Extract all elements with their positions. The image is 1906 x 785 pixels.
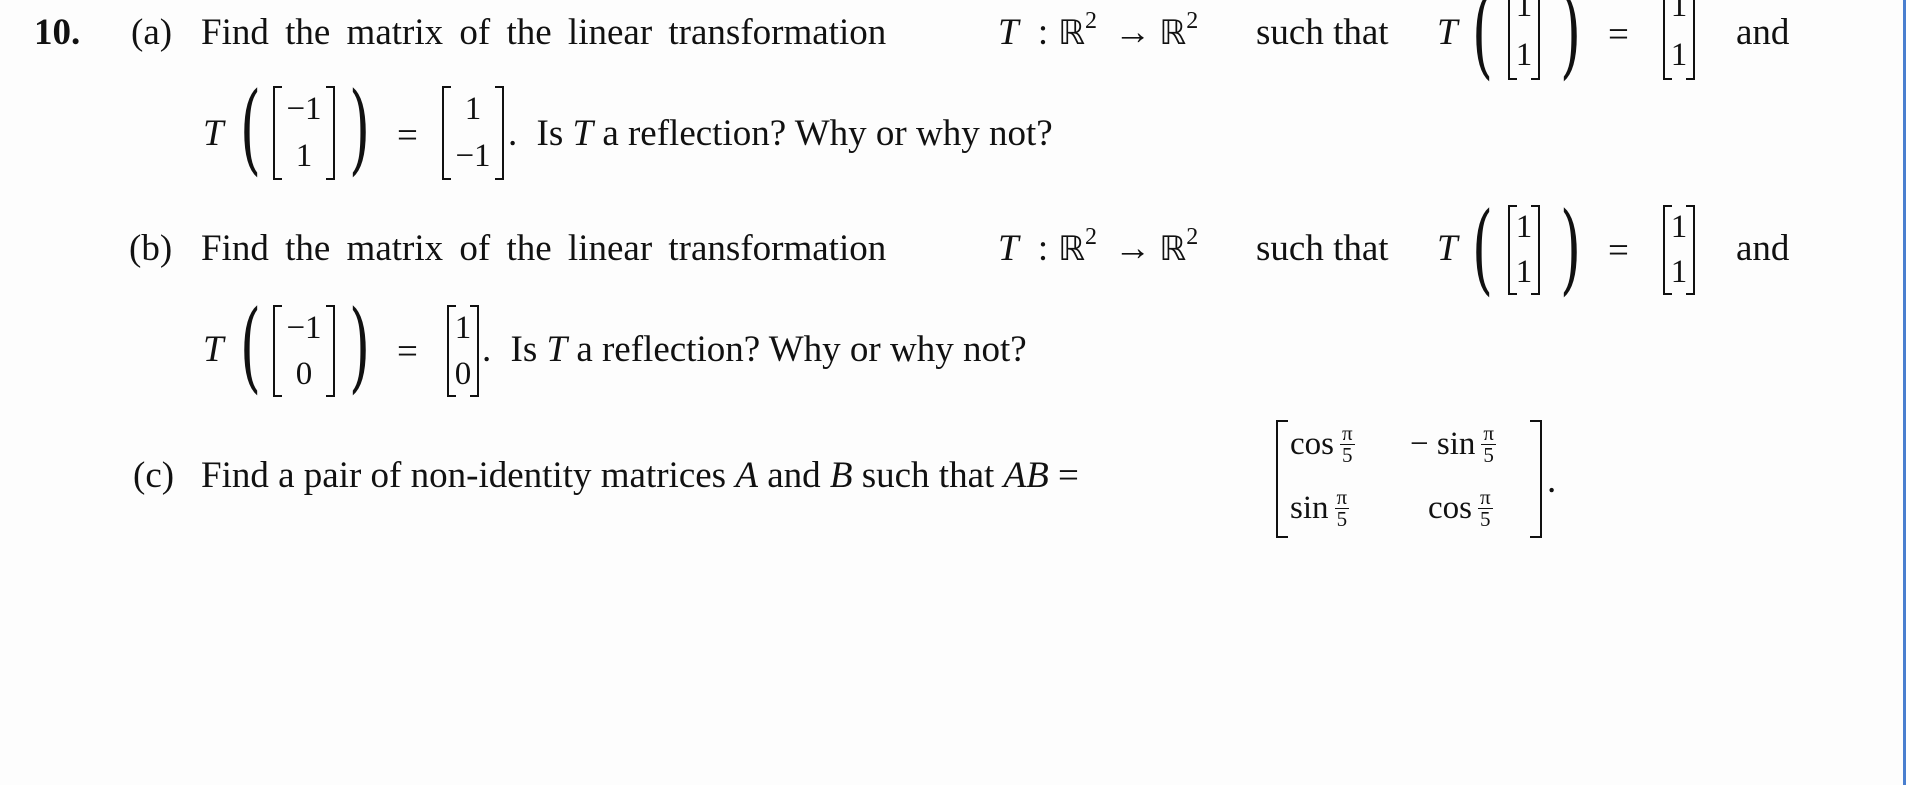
part-b-such-that: such that [1256, 228, 1389, 269]
part-c-period: . [1547, 460, 1557, 501]
equals-sign: = [1608, 230, 1629, 271]
part-c-text: Find a pair of non-identity matrices A a… [201, 455, 1079, 496]
part-b-output1-vector: 1 1 [1663, 205, 1695, 295]
right-paren: ) [1560, 0, 1582, 90]
part-a-T2: T [203, 113, 224, 154]
part-b-mapping: T : ℝ2 → ℝ2 [998, 224, 1199, 269]
left-paren: ( [1472, 0, 1494, 90]
part-b-T2: T [203, 329, 224, 370]
part-b-label: (b) [129, 228, 173, 269]
equals-sign: = [397, 331, 418, 372]
matrix-cell: cos π5 [1290, 421, 1355, 467]
matrix-cell: cos π5 [1428, 485, 1493, 531]
right-paren: ) [349, 290, 371, 404]
part-b-T: T [1437, 228, 1458, 269]
equals-sign: = [397, 115, 418, 156]
matrix-cell: sin π5 [1290, 485, 1350, 531]
matrix-cell: − sin π5 [1410, 421, 1496, 467]
right-paren: ) [349, 72, 371, 186]
left-paren: ( [240, 290, 262, 404]
part-a-text: Find the matrix of the linear transforma… [201, 12, 887, 53]
part-a-T: T [1437, 12, 1458, 53]
problem-number: 10. [34, 12, 81, 53]
part-a-mapping: T : ℝ2 → ℝ2 [998, 8, 1199, 53]
part-b-question: . Is T a reflection? Why or why not? [482, 329, 1027, 370]
part-b-input1-vector: 1 1 [1508, 205, 1540, 295]
part-a-input1-vector: 1 1 [1508, 0, 1540, 80]
equals-sign: = [1608, 14, 1629, 55]
part-c-label: (c) [133, 455, 175, 496]
part-b-input2-vector: −1 0 [273, 305, 335, 397]
part-b-and: and [1736, 228, 1790, 269]
part-b-text: Find the matrix of the linear transforma… [201, 228, 887, 269]
part-a-output2-vector: 1 −1 [442, 86, 504, 180]
left-paren: ( [240, 72, 262, 186]
part-b-output2-vector: 1 0 [447, 305, 479, 397]
part-a-label: (a) [131, 12, 173, 53]
part-a-and: and [1736, 12, 1790, 53]
part-a-such-that: such that [1256, 12, 1389, 53]
part-a-input2-vector: −1 1 [273, 86, 335, 180]
part-a-output1-vector: 1 1 [1663, 0, 1695, 80]
part-a-question: . Is T a reflection? Why or why not? [508, 113, 1053, 154]
right-paren: ) [1560, 192, 1582, 306]
left-paren: ( [1472, 192, 1494, 306]
part-c-rotation-matrix: cos π5 − sin π5 sin π5 cos π5 [1276, 420, 1542, 538]
